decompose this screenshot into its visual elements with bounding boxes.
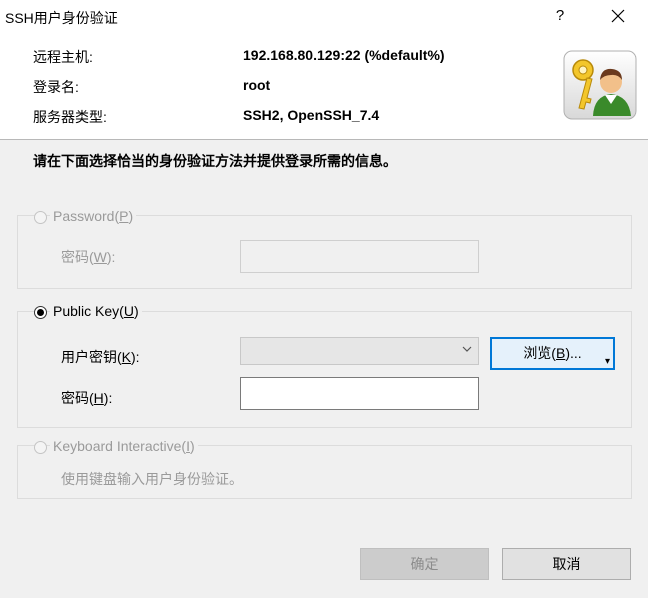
key-user-icon — [563, 50, 637, 120]
cancel-button[interactable]: 取消 — [502, 548, 631, 580]
server-type-label: 服务器类型: — [33, 109, 107, 125]
dropdown-caret-icon: ▾ — [604, 356, 610, 367]
password-field-label: 密码(W): — [61, 249, 116, 265]
password-legend: Password(P) — [50, 208, 137, 224]
login-name-label: 登录名: — [33, 79, 79, 95]
remote-host-label: 远程主机: — [33, 49, 93, 65]
remote-host-value: 192.168.80.129:22 (%default%) — [243, 47, 445, 63]
close-icon — [611, 9, 625, 23]
public-key-radio[interactable] — [34, 306, 47, 319]
title-bar: SSH用户身份验证 ? — [0, 0, 648, 34]
window-title: SSH用户身份验证 — [5, 10, 118, 26]
user-key-dropdown[interactable] — [240, 337, 479, 365]
user-key-label: 用户密钥(K): — [61, 349, 140, 365]
chevron-down-icon — [462, 346, 472, 352]
close-button[interactable] — [603, 4, 633, 28]
browse-button[interactable]: 浏览(B)... ▾ — [490, 337, 615, 370]
keyboard-interactive-radio[interactable] — [34, 441, 47, 454]
ok-button[interactable]: 确定 — [360, 548, 489, 580]
login-name-value: root — [243, 77, 271, 93]
key-password-label: 密码(H): — [61, 390, 113, 406]
help-button[interactable]: ? — [548, 4, 572, 28]
password-input[interactable] — [240, 240, 479, 273]
public-key-legend: Public Key(U) — [50, 303, 142, 319]
keyboard-interactive-legend: Keyboard Interactive(I) — [50, 438, 198, 454]
password-radio[interactable] — [34, 211, 47, 224]
keyboard-interactive-description: 使用键盘输入用户身份验证。 — [61, 471, 243, 487]
instruction-text: 请在下面选择恰当的身份验证方法并提供登录所需的信息。 — [33, 153, 397, 169]
server-type-value: SSH2, OpenSSH_7.4 — [243, 107, 380, 123]
key-password-input[interactable] — [240, 377, 479, 410]
